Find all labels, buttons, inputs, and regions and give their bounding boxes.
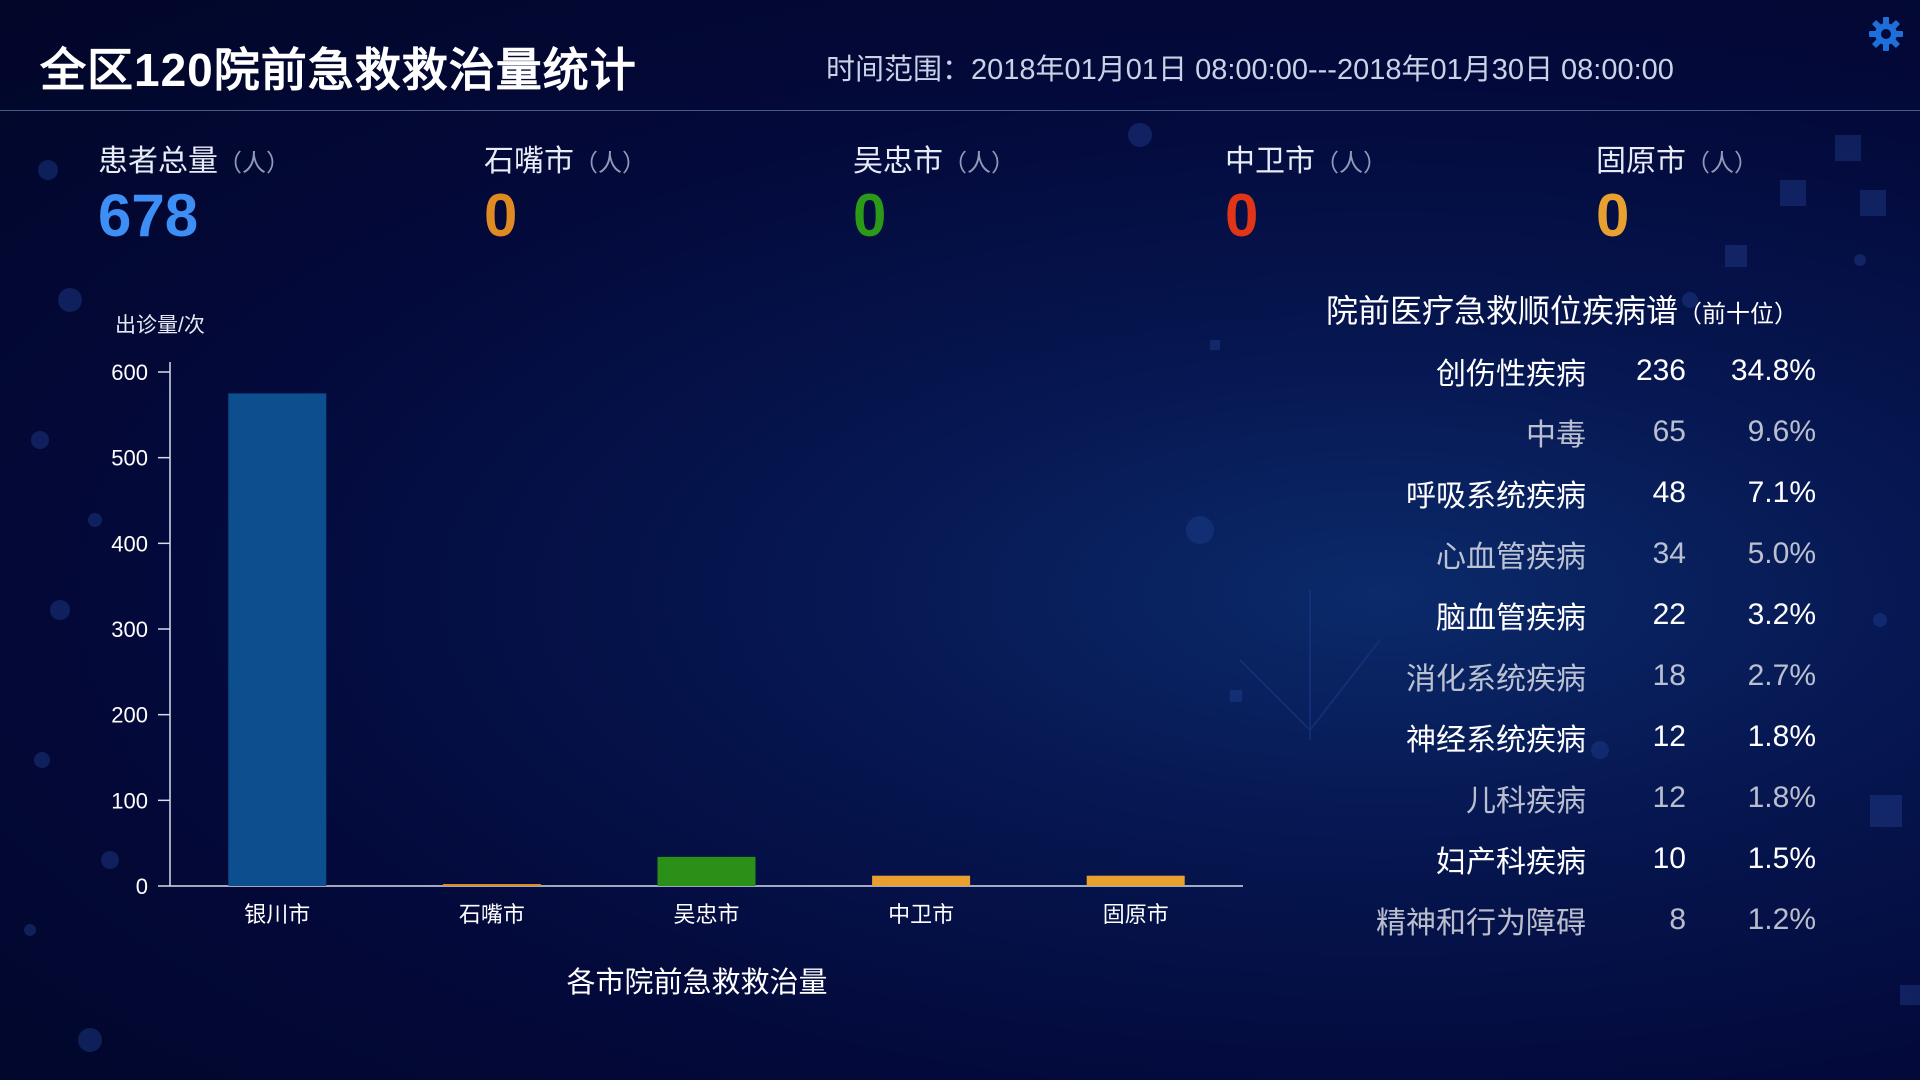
ranking-percent: 7.1% [1747, 475, 1816, 509]
ranking-count: 12 [1652, 719, 1686, 753]
ranking-percent: 5.0% [1747, 536, 1816, 570]
ranking-subtitle: （前十位） [1678, 301, 1799, 328]
stat-value: 0 [853, 182, 887, 249]
header-divider [0, 110, 1920, 111]
ranking-disease-name: 消化系统疾病 [1406, 662, 1586, 696]
bar-固原市 [1086, 875, 1185, 886]
stat-value: 0 [1596, 182, 1630, 249]
y-tick-label: 300 [111, 617, 148, 642]
ranking-disease-name: 妇产科疾病 [1436, 845, 1586, 879]
ranking-count: 48 [1652, 475, 1686, 509]
ranking-count: 65 [1652, 414, 1686, 448]
ranking-title-text: 院前医疗急救顺位疾病谱 [1326, 293, 1679, 329]
stat-label: 吴忠市 [853, 145, 943, 178]
ranking-disease-name: 中毒 [1526, 418, 1586, 452]
y-tick-label: 600 [111, 360, 148, 385]
ranking-list: 创伤性疾病 236 34.8% 中毒 65 9.6% 呼吸系统疾病 48 7.1% 心血管疾病 34… [1300, 340, 1830, 950]
chart-category-labels: 银川市 石嘴市 吴忠市 中卫市 固原市 [244, 902, 1168, 927]
x-tick-label: 中卫市 [888, 902, 954, 927]
ranking-percent: 2.7% [1747, 658, 1816, 692]
ranking-count: 12 [1652, 780, 1686, 814]
ranking-percent: 9.6% [1747, 414, 1816, 448]
stat-unit: （人） [1315, 150, 1387, 177]
ranking-row: 呼吸系统疾病 48 7.1% [1300, 462, 1830, 523]
y-axis-label: 出诊量/次 [115, 314, 205, 337]
stat-value: 678 [98, 182, 199, 249]
ranking-row: 儿科疾病 12 1.8% [1300, 767, 1830, 828]
settings-button[interactable] [1868, 16, 1904, 52]
stat-wuzhong: 吴忠市（人） 0 [853, 136, 1015, 246]
x-tick-label: 吴忠市 [673, 902, 739, 927]
chart-title: 各市院前急救救治量 [566, 966, 827, 999]
ranking-row: 妇产科疾病 10 1.5% [1300, 828, 1830, 889]
ranking-disease-name: 创伤性疾病 [1436, 357, 1586, 391]
stat-label: 中卫市 [1225, 145, 1315, 178]
ranking-disease-name: 脑血管疾病 [1436, 601, 1586, 635]
ranking-disease-name: 心血管疾病 [1436, 540, 1586, 574]
stat-value: 0 [484, 182, 518, 249]
x-tick-label: 银川市 [244, 902, 310, 927]
stat-zhongwei: 中卫市（人） 0 [1225, 136, 1387, 246]
x-tick-label: 石嘴市 [459, 902, 525, 927]
ranking-row: 心血管疾病 34 5.0% [1300, 523, 1830, 584]
ranking-percent: 1.8% [1747, 780, 1816, 814]
stat-value: 0 [1225, 182, 1259, 249]
stat-label: 石嘴市 [484, 145, 574, 178]
y-tick-label: 200 [111, 703, 148, 728]
stat-unit: （人） [218, 150, 290, 177]
page-title: 全区120院前急救救治量统计 [40, 44, 637, 96]
bar-chart: 出诊量/次 0 100 200 300 400 500 600 银川市 石嘴市 吴忠市 中卫市 固原… [111, 314, 1243, 999]
ranking-disease-name: 精神和行为障碍 [1376, 906, 1586, 940]
ranking-count: 22 [1652, 597, 1686, 631]
bar-中卫市 [872, 875, 971, 886]
gear-icon [1869, 17, 1903, 51]
ranking-row: 中毒 65 9.6% [1300, 401, 1830, 462]
y-tick-label: 0 [136, 874, 148, 899]
ranking-row: 神经系统疾病 12 1.8% [1300, 706, 1830, 767]
ranking-count: 8 [1669, 902, 1686, 936]
ranking-disease-name: 儿科疾病 [1466, 784, 1586, 818]
ranking-percent: 1.5% [1747, 841, 1816, 875]
time-range-label: 时间范围：2018年01月01日 08:00:00---2018年01月30日 … [826, 54, 1674, 86]
ranking-row: 创伤性疾病 236 34.8% [1300, 340, 1830, 401]
y-tick-label: 100 [111, 788, 148, 813]
stat-guyuan: 固原市（人） 0 [1596, 136, 1758, 246]
ranking-count: 18 [1652, 658, 1686, 692]
ranking-disease-name: 神经系统疾病 [1406, 723, 1586, 757]
ranking-percent: 1.2% [1747, 902, 1816, 936]
ranking-title: 院前医疗急救顺位疾病谱（前十位） [1326, 286, 1798, 332]
stat-label: 患者总量 [98, 145, 218, 178]
stat-label: 固原市 [1596, 145, 1686, 178]
stat-unit: （人） [574, 150, 646, 177]
ranking-count: 236 [1635, 353, 1686, 387]
ranking-row: 精神和行为障碍 8 1.2% [1300, 889, 1830, 950]
ranking-row: 脑血管疾病 22 3.2% [1300, 584, 1830, 645]
ranking-disease-name: 呼吸系统疾病 [1406, 479, 1586, 513]
stat-shizuishi: 石嘴市（人） 0 [484, 136, 646, 246]
bar-吴忠市 [657, 856, 756, 886]
stat-total-patients: 患者总量（人） 678 [98, 136, 290, 246]
bar-银川市 [228, 393, 327, 886]
ranking-percent: 3.2% [1747, 597, 1816, 631]
x-tick-label: 固原市 [1103, 902, 1169, 927]
stat-unit: （人） [1686, 150, 1758, 177]
stat-unit: （人） [943, 150, 1015, 177]
ranking-percent: 1.8% [1747, 719, 1816, 753]
y-tick-label: 500 [111, 446, 148, 471]
bar-石嘴市 [442, 884, 541, 886]
ranking-count: 10 [1652, 841, 1686, 875]
ranking-percent: 34.8% [1730, 353, 1816, 387]
ranking-row: 消化系统疾病 18 2.7% [1300, 645, 1830, 706]
ranking-count: 34 [1652, 536, 1686, 570]
y-tick-label: 400 [111, 531, 148, 556]
chart-bars [228, 393, 1185, 886]
